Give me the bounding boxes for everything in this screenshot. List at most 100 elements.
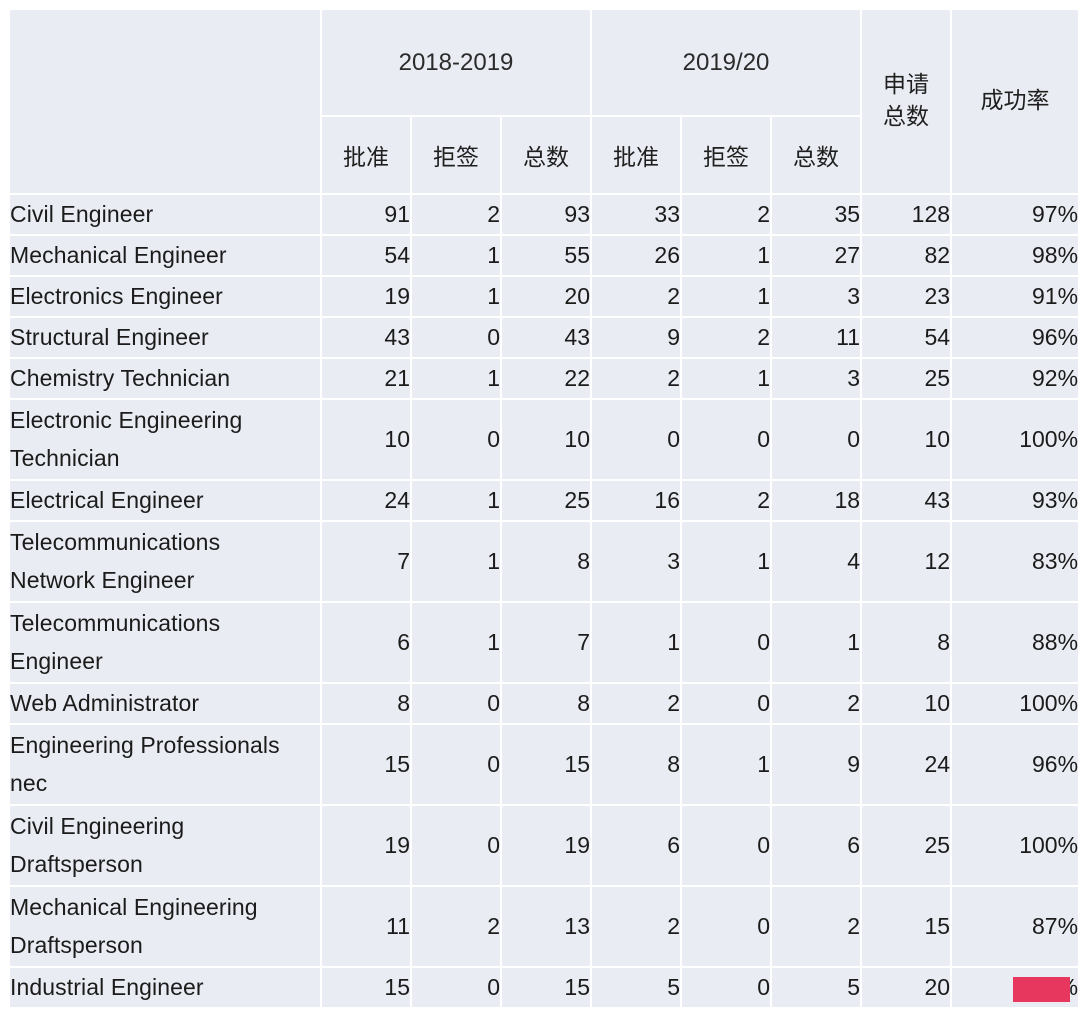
cell-1819-refused: 1 <box>412 277 502 318</box>
table-row: Mechanical Engineer 54 1 55 26 1 27 82 98% <box>10 236 1080 277</box>
cell-1920-total: 6 <box>772 806 863 887</box>
cell-total-applications: 10 <box>862 400 953 481</box>
cell-1920-total: 27 <box>772 236 863 277</box>
occupation-line1: Industrial Engineer <box>10 973 204 1000</box>
cell-1819-refused: 1 <box>412 236 502 277</box>
occupation-line1: Electronic Engineering <box>10 407 243 434</box>
table-row: Telecommunications Engineer 6 1 7 1 0 1 8 88% <box>10 603 1080 684</box>
cell-1920-refused: 0 <box>682 806 773 887</box>
visa-statistics-table: 2018-2019 2019/20 申请 总数 成功率 批准 拒签 总数 批准 … <box>10 10 1080 1009</box>
table-row: Civil Engineering Draftsperson 19 0 19 6 0 6 25 1… <box>10 806 1080 887</box>
cell-success-rate: 97% <box>952 195 1080 236</box>
table-body: Civil Engineer 91 2 93 33 2 35 128 97% Mechanical… <box>10 195 1080 1009</box>
cell-1920-refused: 2 <box>682 481 773 522</box>
cell-total-applications: 24 <box>862 725 953 806</box>
cell-1920-total: 2 <box>772 887 863 968</box>
cell-success-rate: 93% <box>952 481 1080 522</box>
table-row: Electronics Engineer 19 1 20 2 1 3 23 91% <box>10 277 1080 318</box>
occupation-line1: Chemistry Technician <box>10 364 231 391</box>
table-row: Industrial Engineer1501550520100% <box>10 968 1080 1009</box>
cell-1920-approved: 6 <box>592 806 683 887</box>
cell-total-applications: 82 <box>862 236 953 277</box>
cell-1920-total: 35 <box>772 195 863 236</box>
cell-success-rate: 96% <box>952 318 1080 359</box>
cell-1819-total: 25 <box>502 481 593 522</box>
cell-total-applications: 10 <box>862 684 953 725</box>
cell-success-rate: 91% <box>952 277 1080 318</box>
cell-total-applications: 20 <box>862 968 953 1009</box>
cell-1920-approved: 33 <box>592 195 683 236</box>
cell-1920-approved: 3 <box>592 522 683 603</box>
cell-1920-approved: 2 <box>592 887 683 968</box>
cell-occupation: Civil Engineering Draftsperson <box>10 806 322 887</box>
cell-1819-approved: 8 <box>322 684 412 725</box>
cell-1920-approved: 9 <box>592 318 683 359</box>
cell-1819-approved: 6 <box>322 603 412 684</box>
cell-occupation: Electronics Engineer <box>10 277 322 318</box>
cell-1920-approved: 2 <box>592 359 683 400</box>
occupation-line2: Draftsperson <box>10 850 143 877</box>
cell-occupation: Engineering Professionals nec <box>10 725 322 806</box>
cell-1819-refused: 0 <box>412 684 502 725</box>
cell-1819-refused: 1 <box>412 522 502 603</box>
cell-1920-refused: 0 <box>682 603 773 684</box>
cell-1819-total: 7 <box>502 603 593 684</box>
occupation-line1: Mechanical Engineering <box>10 894 258 921</box>
cell-total-applications: 12 <box>862 522 953 603</box>
cell-success-rate: 100% <box>952 806 1080 887</box>
occupation-line1: Civil Engineering <box>10 813 185 840</box>
cell-1819-total: 43 <box>502 318 593 359</box>
cell-success-rate: 100% <box>952 400 1080 481</box>
cell-1920-approved: 8 <box>592 725 683 806</box>
cell-1920-total: 2 <box>772 684 863 725</box>
cell-1920-total: 9 <box>772 725 863 806</box>
cell-1819-total: 15 <box>502 725 593 806</box>
cell-occupation: Civil Engineer <box>10 195 322 236</box>
cell-1920-approved: 16 <box>592 481 683 522</box>
table-header: 2018-2019 2019/20 申请 总数 成功率 批准 拒签 总数 批准 … <box>10 10 1080 195</box>
cell-1920-refused: 0 <box>682 968 773 1009</box>
occupation-line2: nec <box>10 769 48 796</box>
header-sub-1920-approved: 批准 <box>592 117 683 195</box>
cell-1819-refused: 2 <box>412 887 502 968</box>
cell-1819-total: 13 <box>502 887 593 968</box>
table-row: Chemistry Technician 21 1 22 2 1 3 25 92% <box>10 359 1080 400</box>
header-group-2018-2019: 2018-2019 <box>322 10 593 117</box>
page-root: 2018-2019 2019/20 申请 总数 成功率 批准 拒签 总数 批准 … <box>0 0 1080 1019</box>
header-group-row: 2018-2019 2019/20 申请 总数 成功率 <box>10 10 1080 195</box>
cell-1819-total: 8 <box>502 684 593 725</box>
cell-1920-refused: 1 <box>682 725 773 806</box>
header-sub-1819-approved: 批准 <box>322 117 412 195</box>
cell-occupation: Mechanical Engineering Draftsperson <box>10 887 322 968</box>
table-row: Civil Engineer 91 2 93 33 2 35 128 97% <box>10 195 1080 236</box>
cell-occupation: Chemistry Technician <box>10 359 322 400</box>
cell-1819-approved: 91 <box>322 195 412 236</box>
cell-1819-total: 55 <box>502 236 593 277</box>
cell-1920-refused: 1 <box>682 359 773 400</box>
header-sub-1819-refused: 拒签 <box>412 117 502 195</box>
cell-1920-refused: 0 <box>682 887 773 968</box>
cell-1819-refused: 1 <box>412 359 502 400</box>
cell-success-rate: 100% <box>952 684 1080 725</box>
cell-total-applications: 25 <box>862 806 953 887</box>
table-row: Electronic Engineering Technician 10 0 10 0 0 0… <box>10 400 1080 481</box>
cell-1819-refused: 1 <box>412 603 502 684</box>
table-row: Web Administrator 8 0 8 2 0 2 10 100% <box>10 684 1080 725</box>
cell-success-rate: 83% <box>952 522 1080 603</box>
cell-success-rate: 96% <box>952 725 1080 806</box>
cell-total-applications: 15 <box>862 887 953 968</box>
cell-1819-approved: 24 <box>322 481 412 522</box>
cell-1920-total: 3 <box>772 359 863 400</box>
cell-1819-approved: 15 <box>322 725 412 806</box>
cell-occupation: Electronic Engineering Technician <box>10 400 322 481</box>
cell-total-applications: 25 <box>862 359 953 400</box>
header-sub-1920-refused: 拒签 <box>682 117 773 195</box>
cell-1920-total: 5 <box>772 968 863 1009</box>
cell-1819-refused: 2 <box>412 195 502 236</box>
cell-success-rate: 87% <box>952 887 1080 968</box>
cell-occupation: Structural Engineer <box>10 318 322 359</box>
cell-1819-approved: 19 <box>322 277 412 318</box>
header-success-rate: 成功率 <box>952 10 1080 195</box>
cell-1819-approved: 19 <box>322 806 412 887</box>
occupation-line2: Network Engineer <box>10 566 195 593</box>
